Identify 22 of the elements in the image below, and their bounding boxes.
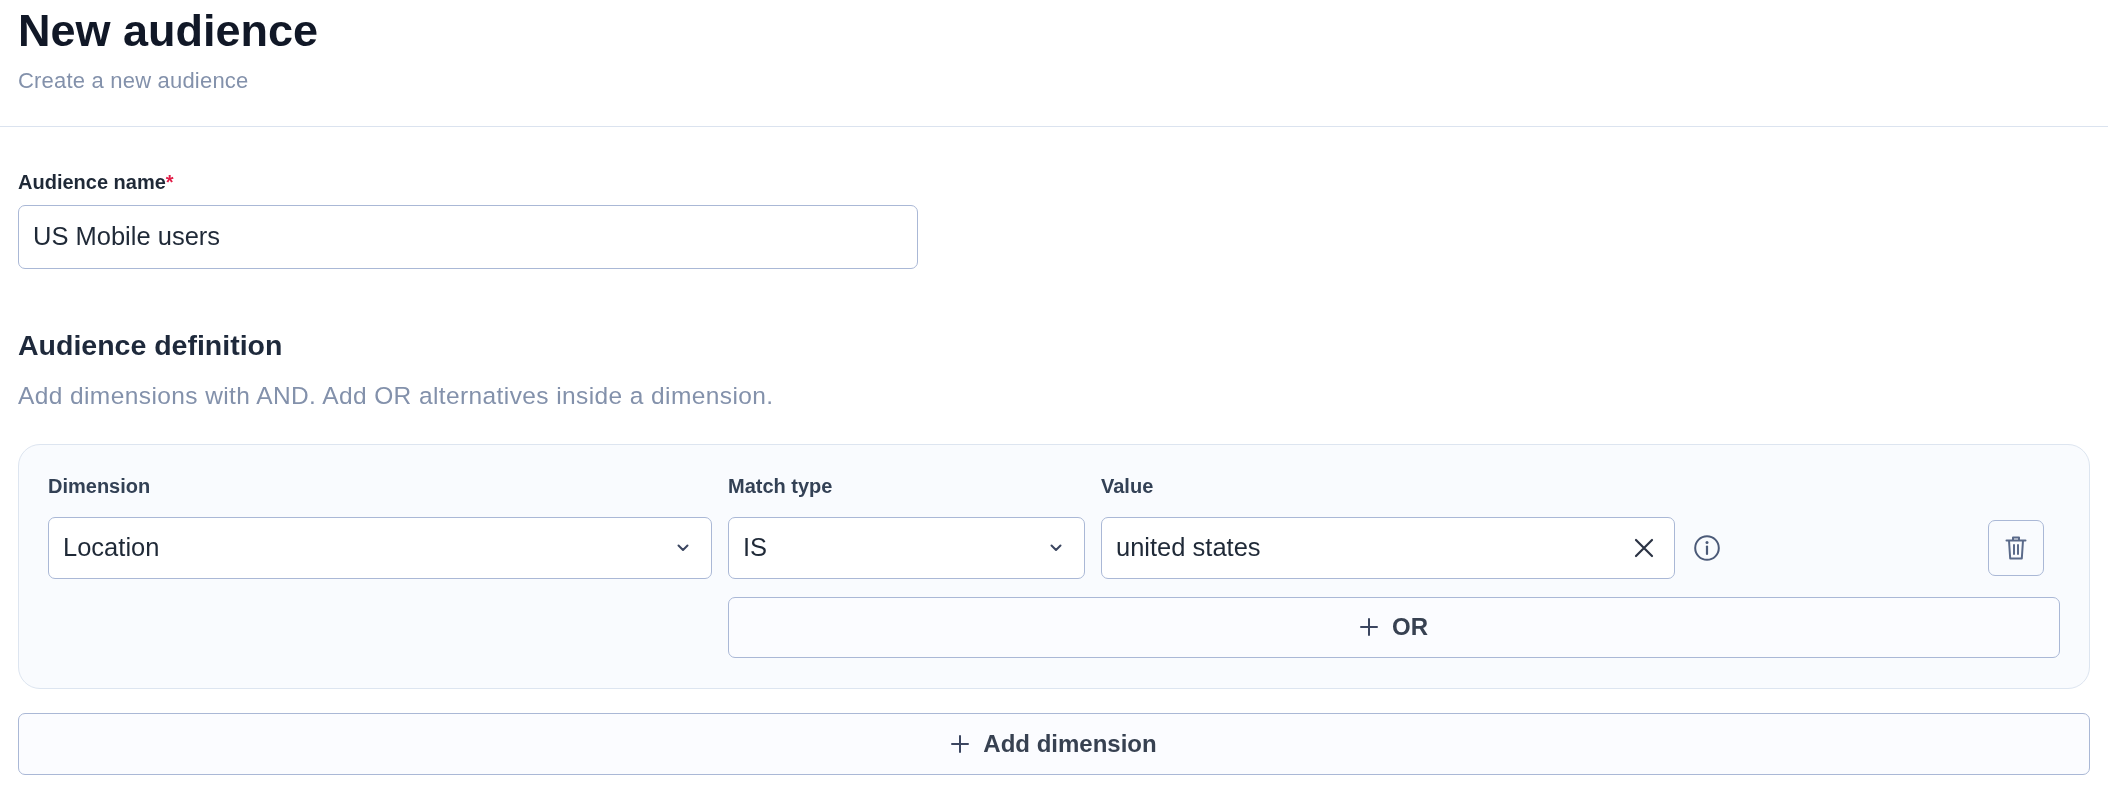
value-field[interactable]: united states bbox=[1101, 516, 1675, 579]
plus-icon bbox=[951, 734, 970, 753]
audience-name-field[interactable]: US Mobile users bbox=[18, 204, 918, 269]
chevron-down-icon bbox=[677, 543, 689, 552]
close-icon[interactable] bbox=[1634, 537, 1654, 558]
field-label: Audience name* bbox=[18, 169, 174, 195]
select-field[interactable]: Location bbox=[48, 516, 712, 579]
page-title: New audience bbox=[18, 4, 319, 58]
add-or-button[interactable]: OR bbox=[728, 596, 2060, 658]
page-subtitle: Create a new audience bbox=[18, 67, 249, 95]
field-label: Match type bbox=[728, 473, 834, 499]
section-description: Add dimensions with AND. Add OR alternatives inside a dimension. bbox=[18, 381, 774, 412]
field-label: Dimension bbox=[48, 473, 152, 499]
select-field[interactable]: IS bbox=[728, 516, 1085, 579]
trash-icon bbox=[2005, 534, 2027, 561]
info-icon[interactable] bbox=[1694, 534, 1720, 561]
field-label: Value bbox=[1101, 473, 1155, 499]
plus-icon bbox=[1360, 618, 1378, 637]
add-dimension-button[interactable]: Add dimension bbox=[18, 712, 2090, 775]
chevron-down-icon bbox=[1050, 543, 1062, 552]
delete-button[interactable] bbox=[1988, 519, 2044, 576]
section-title: Audience definition bbox=[18, 327, 283, 363]
